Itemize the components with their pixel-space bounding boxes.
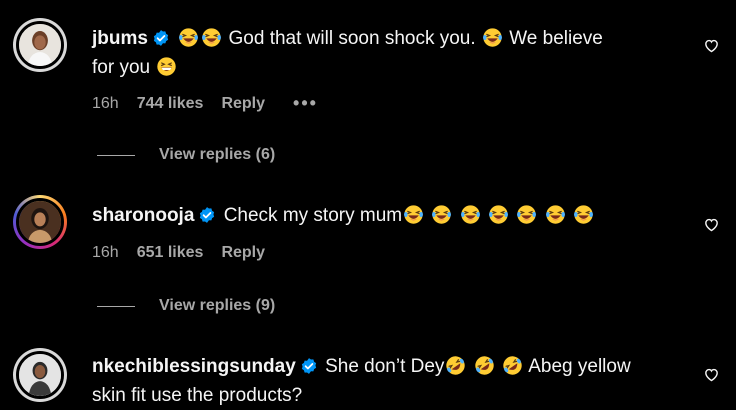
- face-with-tears-of-joy-emoji: [482, 27, 503, 48]
- comment-meta: 16h 651 likes Reply: [92, 244, 283, 262]
- comment-text: skin fit use the products?: [92, 385, 303, 406]
- verified-badge-icon: [300, 357, 318, 375]
- comment-time: 16h: [92, 94, 119, 112]
- divider-line: [97, 305, 135, 307]
- likes-count[interactable]: 651 likes: [137, 244, 204, 262]
- avatar-image: [19, 24, 61, 66]
- face-with-tears-of-joy-emoji: [516, 204, 537, 225]
- face-with-tears-of-joy-emoji: [545, 204, 566, 225]
- avatar[interactable]: [13, 195, 67, 249]
- comment-body: nkechiblessingsunday She don’t Dey Abeg …: [92, 352, 692, 410]
- face-with-tears-of-joy-emoji: [201, 27, 222, 48]
- verified-badge-icon: [198, 206, 216, 224]
- face-with-tears-of-joy-emoji: [460, 204, 481, 225]
- avatar[interactable]: [13, 18, 67, 72]
- verified-badge-icon: [152, 29, 170, 47]
- avatar-image: [19, 201, 61, 243]
- heart-outline-icon[interactable]: [703, 366, 720, 383]
- face-with-tears-of-joy-emoji: [178, 27, 199, 48]
- view-replies-label: View replies (9): [159, 297, 276, 314]
- face-with-tears-of-joy-emoji: [488, 204, 509, 225]
- divider-line: [97, 154, 135, 156]
- comment-text: God that will soon shock you.: [228, 28, 476, 49]
- heart-outline-icon[interactable]: [703, 216, 720, 233]
- comment-username[interactable]: nkechiblessingsunday: [92, 356, 296, 377]
- comment-text: She don’t Dey: [325, 356, 445, 377]
- comment-text: Abeg yellow: [528, 356, 631, 377]
- more-options-icon[interactable]: •••: [293, 93, 318, 114]
- comment-username[interactable]: sharonooja: [92, 205, 194, 226]
- avatar[interactable]: [13, 348, 67, 402]
- view-replies-label: View replies (6): [159, 146, 276, 163]
- comment-text: Check my story mum: [223, 205, 403, 226]
- view-replies-button[interactable]: View replies (9): [97, 297, 275, 315]
- comment-username[interactable]: jbums: [92, 28, 148, 49]
- comment-body: sharonooja Check my story mum: [92, 201, 692, 230]
- face-with-tears-of-joy-emoji: [403, 204, 424, 225]
- comment-text: We believe: [509, 28, 603, 49]
- reply-button[interactable]: Reply: [221, 95, 265, 113]
- view-replies-button[interactable]: View replies (6): [97, 146, 275, 164]
- reply-button[interactable]: Reply: [221, 244, 265, 262]
- rolling-on-floor-laughing-emoji: [474, 355, 495, 376]
- comment-body: jbums God that will soon shock you. We b…: [92, 24, 692, 82]
- comment-meta: 16h 744 likes Reply •••: [92, 93, 336, 114]
- heart-outline-icon[interactable]: [703, 37, 720, 54]
- face-with-tears-of-joy-emoji: [573, 204, 594, 225]
- likes-count[interactable]: 744 likes: [137, 95, 204, 113]
- comment-time: 16h: [92, 244, 119, 261]
- rolling-on-floor-laughing-emoji: [502, 355, 523, 376]
- face-with-tears-of-joy-emoji: [431, 204, 452, 225]
- grinning-squinting-face-emoji: [156, 56, 177, 77]
- comment-text: for you: [92, 57, 151, 78]
- rolling-on-floor-laughing-emoji: [445, 355, 466, 376]
- avatar-image: [19, 354, 61, 396]
